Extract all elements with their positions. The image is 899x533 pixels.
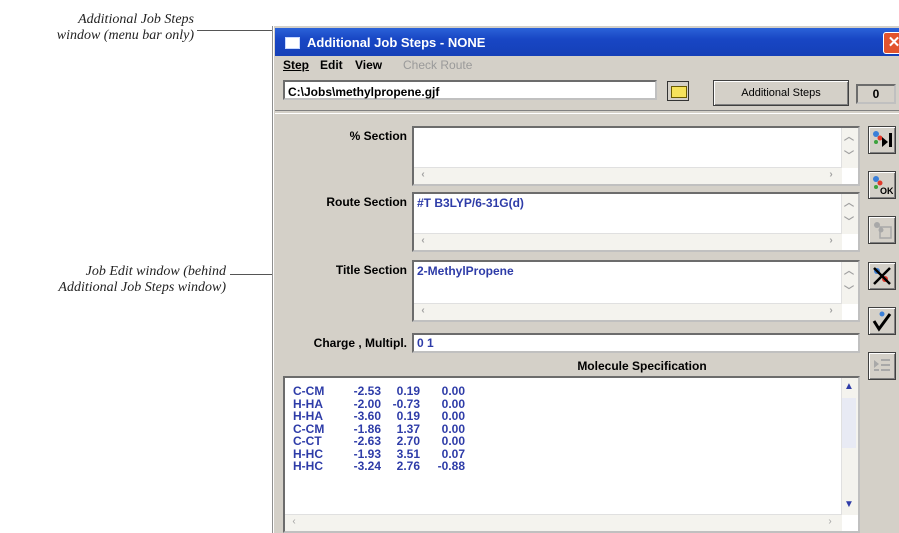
cancel-button[interactable] <box>868 262 896 290</box>
separator <box>275 110 899 114</box>
vertical-scrollbar[interactable]: ︿ ﹀ <box>841 262 858 304</box>
menu-step[interactable]: Step <box>283 58 309 72</box>
annotation-pointer-top <box>197 30 275 31</box>
additional-steps-button[interactable]: Additional Steps <box>713 80 849 106</box>
annotation-line-4: Additional Job Steps window) <box>58 280 226 295</box>
charge-label: Charge , Multipl. <box>313 336 407 350</box>
atom-coordinate: 2.76 <box>396 459 420 473</box>
file-path-field[interactable]: C:\Jobs\methylpropene.gjf <box>283 80 657 100</box>
scroll-up-icon[interactable]: ▲ <box>842 380 856 394</box>
annotation-job-edit: Job Edit window (behind Additional Job S… <box>0 264 226 296</box>
annotation-line-1: Additional Job Steps <box>78 12 194 27</box>
title-section-value: 2-MethylPropene <box>417 264 514 278</box>
scroll-down-icon[interactable]: ▼ <box>842 498 856 512</box>
list-button[interactable] <box>868 352 896 380</box>
horizontal-scrollbar[interactable]: ‹ › <box>414 167 842 184</box>
molecule-atom-row: C-CM -2.53 0.19 0.00 <box>289 384 489 398</box>
scroll-right-icon[interactable]: › <box>824 168 838 182</box>
molecule-disabled-icon <box>874 222 892 239</box>
scroll-right-icon[interactable]: › <box>823 515 837 529</box>
menu-bar: Step Edit View Check Route <box>275 56 899 74</box>
title-section-input[interactable]: 2-MethylPropene ︿ ﹀ ‹ › <box>412 260 860 322</box>
list-disabled-icon <box>874 359 890 371</box>
scroll-up-icon[interactable]: ︿ <box>842 265 856 279</box>
molecule-spec-area[interactable]: ▲ ▼ ‹ › C-CM -2.53 0.19 0.00 H-HA -2.00 -0.73 0… <box>283 376 860 533</box>
menu-check-route[interactable]: Check Route <box>403 58 472 72</box>
scroll-down-icon[interactable]: ﹀ <box>842 150 856 164</box>
menu-edit-label: Edit <box>320 58 343 72</box>
molecule-atom-row: C-CM -1.86 1.37 0.00 <box>289 422 489 436</box>
scroll-up-icon[interactable]: ︿ <box>842 131 856 145</box>
molecule-atom-row: H-HA -2.00 -0.73 0.00 <box>289 397 489 411</box>
menu-view[interactable]: View <box>355 58 382 72</box>
menu-view-label: View <box>355 58 383 72</box>
annotation-pointer-middle <box>230 274 272 275</box>
menu-edit[interactable]: Edit <box>320 58 343 72</box>
title-bar[interactable]: Additional Job Steps - NONE ✕ <box>275 28 899 56</box>
check-icon <box>872 311 892 332</box>
scroll-left-icon[interactable]: ‹ <box>416 304 430 318</box>
molecule-button[interactable] <box>868 216 896 244</box>
cancel-icon <box>873 267 891 285</box>
scroll-right-icon[interactable]: › <box>824 234 838 248</box>
title-section-label: Title Section <box>335 263 407 277</box>
menu-step-label: Step <box>283 58 310 72</box>
molecule-atom-row: H-HA -3.60 0.19 0.00 <box>289 409 489 423</box>
scroll-left-icon[interactable]: ‹ <box>416 168 430 182</box>
svg-text:OK: OK <box>880 186 893 196</box>
window-icon <box>285 37 300 49</box>
horizontal-scrollbar[interactable]: ‹ › <box>414 303 842 320</box>
menu-check-route-label: Check Route <box>403 58 473 72</box>
run-icon <box>873 131 892 147</box>
horizontal-scrollbar[interactable]: ‹ › <box>285 514 842 531</box>
route-section-input[interactable]: #T B3LYP/6-31G(d) ︿ ﹀ ‹ › <box>412 192 860 252</box>
ok-icon: OK <box>873 176 893 196</box>
annotation-additional-steps: Additional Job Steps window (menu bar on… <box>0 12 194 44</box>
charge-multiplicity-field[interactable]: 0 1 <box>412 333 860 353</box>
annotation-line-2: window (menu bar only) <box>56 28 194 43</box>
vertical-scrollbar[interactable]: ︿ ﹀ <box>841 128 858 168</box>
molecule-atom-row: H-HC -3.24 2.76 -0.88 <box>289 459 489 473</box>
scroll-left-icon[interactable]: ‹ <box>416 234 430 248</box>
atom-coordinate: -0.88 <box>437 459 465 473</box>
scroll-down-icon[interactable]: ﹀ <box>842 285 856 299</box>
atom-coordinate: -3.24 <box>353 459 381 473</box>
vertical-scrollbar[interactable]: ▲ ▼ <box>841 378 858 515</box>
molecule-spec-header: Molecule Specification <box>577 359 707 373</box>
percent-section-input[interactable]: ︿ ﹀ ‹ › <box>412 126 860 186</box>
additional-job-steps-window: Additional Job Steps - NONE ✕ Step Edit … <box>272 26 899 533</box>
ok-button[interactable]: OK <box>868 171 896 199</box>
molecule-atom-row: H-HC -1.93 3.51 0.07 <box>289 447 489 461</box>
step-count: 0 <box>856 84 896 104</box>
percent-section-label: % Section <box>349 129 407 143</box>
scroll-left-icon[interactable]: ‹ <box>287 515 301 529</box>
scroll-down-icon[interactable]: ﹀ <box>842 216 856 230</box>
vertical-scrollbar[interactable]: ︿ ﹀ <box>841 194 858 234</box>
scroll-up-icon[interactable]: ︿ <box>842 197 856 211</box>
folder-icon <box>671 86 687 98</box>
scroll-right-icon[interactable]: › <box>824 304 838 318</box>
atom-type: H-HC <box>293 459 323 473</box>
horizontal-scrollbar[interactable]: ‹ › <box>414 233 842 250</box>
check-button[interactable] <box>868 307 896 335</box>
close-button[interactable]: ✕ <box>883 32 899 54</box>
window-title: Additional Job Steps - NONE <box>307 35 486 50</box>
run-button[interactable] <box>868 126 896 154</box>
molecule-atom-row: C-CT -2.63 2.70 0.00 <box>289 434 489 448</box>
route-section-value: #T B3LYP/6-31G(d) <box>417 196 524 210</box>
annotation-line-3: Job Edit window (behind <box>85 264 226 279</box>
scroll-thumb[interactable] <box>842 398 856 448</box>
open-folder-button[interactable] <box>667 81 689 101</box>
route-section-label: Route Section <box>326 195 407 209</box>
